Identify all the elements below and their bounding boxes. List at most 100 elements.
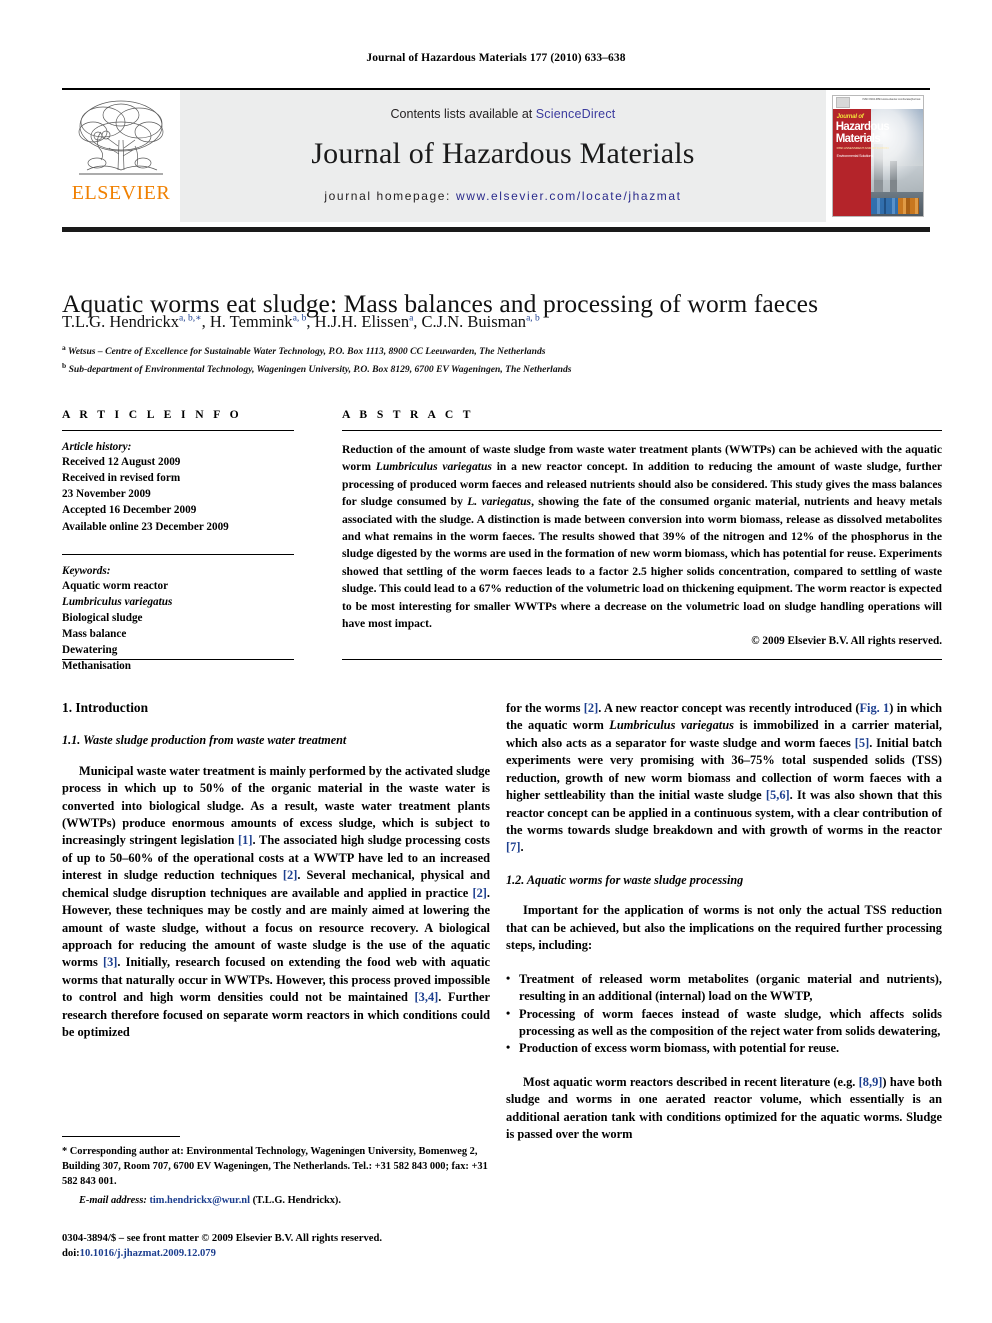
- cover-title-line2: Materials: [835, 132, 881, 145]
- email-link[interactable]: tim.hendrickx@wur.nl: [149, 1195, 250, 1206]
- author-name: C.J.N. Buisman: [421, 312, 527, 331]
- history-item: Received 12 August 2009: [62, 456, 181, 468]
- citation-ref[interactable]: [2]: [472, 886, 486, 900]
- citation-ref[interactable]: [8,9]: [859, 1075, 883, 1089]
- cover-journal-of-text: Journal of: [836, 114, 864, 120]
- paragraph-intro-1: Municipal waste water treatment is mainl…: [62, 763, 490, 1042]
- author-affil-marks: a, b,∗: [179, 313, 202, 324]
- history-item: Received in revised form: [62, 472, 181, 485]
- body-column-left: 1. Introduction 1.1. Waste sludge produc…: [62, 700, 490, 1041]
- author-name: T.L.G. Hendrickx: [62, 312, 179, 331]
- journal-homepage-line: journal homepage: www.elsevier.com/locat…: [324, 189, 681, 203]
- affiliation-mark: a: [62, 343, 66, 352]
- citation-ref[interactable]: [5]: [855, 736, 869, 750]
- citation-ref[interactable]: [7]: [506, 840, 520, 854]
- keyword-item: Methanisation: [62, 660, 131, 673]
- author-name: H.J.H. Elissen: [314, 312, 410, 331]
- footnote-area: * Corresponding author at: Environmental…: [62, 1136, 490, 1209]
- article-info-heading: A R T I C L E I N F O: [62, 408, 243, 421]
- affiliation-list: a Wetsus – Centre of Excellence for Sust…: [62, 342, 942, 377]
- abstract-copyright: © 2009 Elsevier B.V. All rights reserved…: [751, 635, 942, 648]
- journal-band: Contents lists available at ScienceDirec…: [180, 90, 826, 222]
- subsection-heading-1-1: 1.1. Waste sludge production from waste …: [62, 733, 347, 748]
- homepage-prefix: journal homepage:: [324, 189, 456, 203]
- abstract-species-1: Lumbriculus variegatus: [375, 460, 492, 474]
- figure-ref[interactable]: Fig. 1: [859, 701, 889, 715]
- keywords-label: Keywords:: [62, 564, 111, 577]
- journal-masthead: ELSEVIER Contents lists available at Sci…: [62, 88, 930, 222]
- keyword-item: Lumbriculus variegatus: [62, 595, 173, 608]
- author-entry: C.J.N. Buismana, b: [422, 312, 540, 331]
- cover-subtitle-secondary: Environmental Solutions: [836, 154, 874, 159]
- history-item: 23 November 2009: [62, 488, 151, 501]
- affiliation-text: Sub-department of Environmental Technolo…: [68, 363, 572, 375]
- cover-artwork: ISSN 0304-3894 www.elsevier.com/locate/j…: [832, 95, 924, 217]
- author-entry: T.L.G. Hendrickxa, b,∗: [62, 312, 202, 331]
- elsevier-logo: ELSEVIER: [62, 90, 180, 222]
- paragraph-intro-3: Important for the application of worms i…: [506, 903, 942, 953]
- affiliation-item: b Sub-department of Environmental Techno…: [62, 360, 942, 378]
- imprint-block: 0304-3894/$ – see front matter © 2009 El…: [62, 1231, 490, 1261]
- keyword-item: Mass balance: [62, 628, 127, 640]
- para-text: for the worms: [506, 701, 584, 715]
- abstract-heading: A B S T R A C T: [342, 408, 474, 421]
- abstract-part-3: , showing the fate of the consumed organ…: [342, 495, 942, 630]
- contents-available-line: Contents lists available at ScienceDirec…: [391, 107, 616, 121]
- cover-issue-note: ISSN 0304-3894 www.elsevier.com/locate/j…: [862, 98, 921, 102]
- author-list: T.L.G. Hendrickxa, b,∗, H. Temminka, b, …: [62, 312, 540, 331]
- journal-cover-thumbnail: ISSN 0304-3894 www.elsevier.com/locate/j…: [826, 90, 930, 222]
- author-entry: H. Temminka, b: [210, 312, 307, 331]
- cover-elsevier-mark: [835, 97, 851, 108]
- article-info-top-rule: [62, 430, 294, 431]
- issn-copyright-line: 0304-3894/$ – see front matter © 2009 El…: [62, 1233, 382, 1244]
- affiliation-mark: b: [62, 360, 67, 370]
- citation-ref[interactable]: [1]: [238, 833, 252, 847]
- abstract-species-2: L. variegatus: [467, 495, 532, 509]
- paragraph-intro-2: for the worms [2]. A new reactor concept…: [506, 700, 942, 857]
- abstract-text: Reduction of the amount of waste sludge …: [342, 441, 942, 632]
- subsection-heading-1-2: 1.2. Aquatic worms for waste sludge proc…: [506, 872, 744, 887]
- citation-ref[interactable]: [3]: [103, 955, 117, 969]
- affiliation-text: Wetsus – Centre of Excellence for Sustai…: [67, 346, 546, 358]
- para-text: .: [520, 840, 524, 855]
- history-item: Accepted 16 December 2009: [62, 504, 197, 517]
- article-history-label: Article history:: [62, 441, 132, 453]
- author-affil-marks: a: [409, 313, 414, 324]
- paragraph-intro-4: Most aquatic worm reactors described in …: [506, 1074, 942, 1144]
- affiliation-item: a Wetsus – Centre of Excellence for Sust…: [62, 342, 942, 360]
- author-affil-marks: a, b: [526, 313, 540, 324]
- citation-ref[interactable]: [3,4]: [415, 990, 439, 1004]
- masthead-bottom-rule: [62, 227, 930, 232]
- homepage-url-link[interactable]: www.elsevier.com/locate/jhazmat: [456, 189, 682, 203]
- citation-ref[interactable]: [2]: [584, 701, 598, 715]
- keyword-item: Dewatering: [62, 644, 118, 657]
- article-info-column: A R T I C L E I N F O Article history: R…: [62, 408, 294, 674]
- citation-ref[interactable]: [5,6]: [766, 788, 790, 802]
- author-entry: H.J.H. Elissena: [315, 312, 414, 331]
- corresponding-author-note: * Corresponding author at: Environmental…: [62, 1146, 488, 1187]
- list-item: Treatment of released worm metabolites (…: [506, 970, 942, 1006]
- sciencedirect-link[interactable]: ScienceDirect: [536, 107, 616, 121]
- abstract-bottom-rule: [342, 659, 942, 660]
- author-name: H. Temmink: [209, 312, 293, 331]
- elsevier-tree-icon: [78, 100, 164, 175]
- para-text: Most aquatic worm reactors described in …: [523, 1074, 859, 1089]
- section-heading-introduction: 1. Introduction: [62, 700, 149, 715]
- article-history-list: Received 12 August 2009 Received in revi…: [62, 454, 294, 535]
- contents-prefix: Contents lists available at: [390, 107, 536, 121]
- processing-steps-list: Treatment of released worm metabolites (…: [506, 970, 942, 1058]
- keyword-item: Aquatic worm reactor: [62, 579, 169, 592]
- cover-title-line1: Hazardous: [835, 120, 890, 133]
- list-item: Production of excess worm biomass, with …: [506, 1039, 942, 1057]
- citation-ref[interactable]: [2]: [283, 868, 297, 882]
- email-label: E-mail address:: [79, 1194, 147, 1206]
- doi-link[interactable]: 10.1016/j.jhazmat.2009.12.079: [80, 1248, 216, 1259]
- footnote-rule: [62, 1136, 180, 1137]
- list-item: Processing of worm faeces instead of was…: [506, 1005, 942, 1041]
- body-column-right: for the worms [2]. A new reactor concept…: [506, 700, 942, 1144]
- abstract-column: A B S T R A C T Reduction of the amount …: [342, 408, 942, 647]
- journal-title: Journal of Hazardous Materials: [311, 137, 695, 170]
- running-head: Journal of Hazardous Materials 177 (2010…: [366, 52, 626, 64]
